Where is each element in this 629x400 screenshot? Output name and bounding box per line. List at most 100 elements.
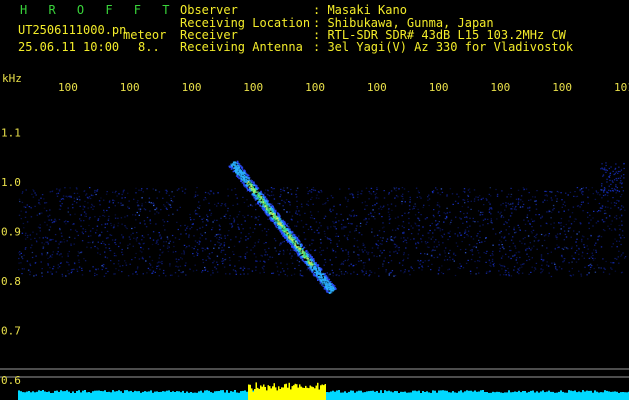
noise-speck	[546, 211, 548, 213]
baseline-tick	[444, 390, 446, 395]
echo-speck	[257, 187, 259, 189]
noise-speck	[113, 200, 116, 202]
noise-speck	[594, 198, 597, 200]
noise-speck	[446, 207, 448, 209]
baseline-tick	[534, 392, 536, 395]
noise-speck	[436, 256, 439, 258]
noise-speck	[110, 234, 113, 236]
noise-speck	[364, 262, 367, 264]
baseline-tick	[170, 392, 172, 395]
echo-speck	[272, 209, 275, 211]
noise-speck	[317, 211, 319, 213]
noise-speck	[477, 249, 479, 251]
signal-bar-tick	[303, 388, 305, 400]
noise-speck	[512, 205, 514, 208]
noise-speck	[149, 264, 152, 266]
noise-speck	[568, 262, 570, 264]
noise-speck	[371, 231, 373, 233]
noise-speck	[134, 214, 137, 216]
echo-speck	[262, 196, 265, 199]
noise-speck	[240, 237, 242, 239]
noise-speck	[556, 244, 558, 246]
noise-speck	[239, 240, 241, 242]
noise-speck	[487, 218, 489, 220]
baseline-tick	[66, 390, 68, 395]
noise-speck	[529, 223, 531, 225]
echo-speck	[311, 264, 314, 266]
noise-speck	[235, 271, 237, 273]
noise-speck	[361, 271, 363, 273]
noise-speck	[569, 274, 572, 276]
noise-speck	[524, 230, 527, 232]
noise-speck	[402, 272, 405, 274]
noise-speck	[181, 258, 183, 260]
noise-speck	[454, 254, 457, 256]
noise-speck	[23, 206, 25, 208]
noise-speck	[467, 189, 470, 191]
noise-speck	[36, 214, 38, 216]
noise-speck	[526, 253, 528, 255]
echo-speck	[281, 225, 283, 227]
baseline-tick	[246, 391, 248, 395]
noise-speck	[488, 201, 490, 203]
noise-speck	[307, 193, 309, 195]
noise-speck	[224, 215, 226, 217]
noise-speck	[604, 210, 606, 212]
noise-speck	[605, 169, 607, 171]
baseline-tick	[146, 391, 148, 395]
noise-speck	[20, 218, 22, 220]
noise-speck	[522, 206, 524, 208]
noise-speck	[404, 269, 406, 271]
noise-speck	[183, 244, 186, 246]
noise-speck	[93, 205, 95, 208]
noise-speck	[148, 201, 150, 203]
noise-speck	[542, 269, 544, 271]
noise-speck	[489, 207, 491, 209]
noise-speck	[235, 236, 237, 238]
noise-speck	[27, 234, 29, 237]
noise-speck	[243, 273, 245, 275]
noise-speck	[184, 224, 186, 226]
noise-speck	[125, 262, 127, 264]
noise-speck	[335, 233, 338, 235]
signal-bar-tick	[321, 384, 323, 400]
noise-speck	[532, 196, 534, 198]
noise-speck	[156, 241, 158, 243]
noise-speck	[220, 205, 222, 207]
noise-speck	[497, 211, 499, 213]
noise-speck	[346, 259, 349, 262]
echo-speck	[316, 270, 318, 272]
noise-speck	[296, 213, 298, 215]
noise-speck	[412, 227, 414, 229]
noise-speck	[512, 255, 514, 257]
noise-speck	[234, 188, 236, 190]
noise-speck	[323, 230, 326, 232]
noise-speck	[89, 270, 91, 272]
noise-speck	[551, 262, 553, 264]
noise-speck	[378, 213, 381, 215]
noise-speck	[418, 261, 420, 263]
noise-speck	[500, 211, 502, 213]
noise-speck	[567, 248, 569, 250]
noise-speck	[617, 189, 619, 192]
noise-speck	[530, 218, 533, 220]
noise-speck	[23, 268, 25, 270]
noise-speck	[47, 257, 49, 259]
noise-speck	[26, 221, 29, 223]
noise-speck	[218, 242, 220, 244]
noise-speck	[475, 273, 477, 275]
noise-speck	[122, 204, 124, 206]
noise-speck	[89, 197, 92, 200]
echo-speck	[283, 225, 285, 227]
noise-speck	[577, 205, 580, 207]
noise-speck	[324, 233, 326, 235]
noise-speck	[432, 249, 434, 251]
noise-speck	[77, 234, 79, 236]
noise-speck	[268, 247, 270, 249]
noise-speck	[88, 224, 90, 227]
noise-speck	[504, 221, 507, 223]
baseline-tick	[572, 391, 574, 395]
noise-speck	[365, 187, 368, 189]
noise-speck	[47, 243, 49, 245]
signal-bar-tick	[309, 385, 311, 400]
